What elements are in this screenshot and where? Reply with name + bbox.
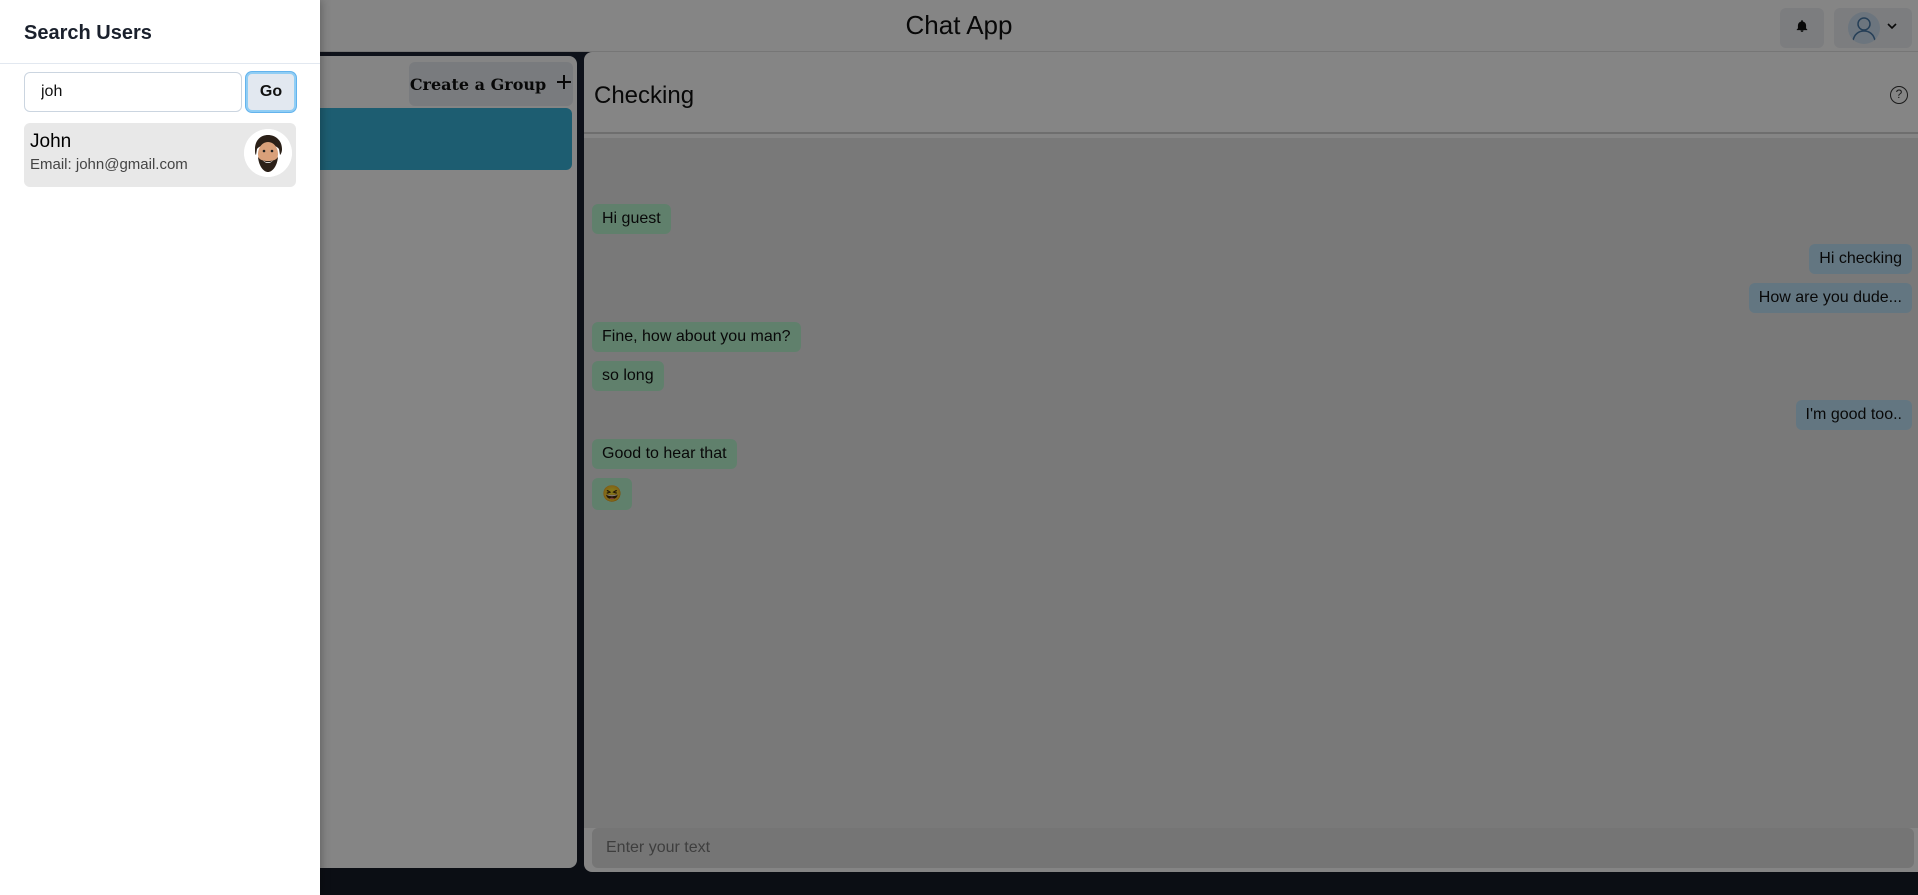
go-button[interactable]: Go	[246, 72, 296, 112]
drawer-title: Search Users	[24, 22, 152, 44]
user-result-avatar	[244, 129, 292, 177]
user-result-item[interactable]: John Email: john@gmail.com	[24, 123, 296, 187]
user-result-email-label: Email:	[30, 156, 72, 173]
drawer-header: Search Users	[0, 0, 320, 64]
search-row: Go	[24, 72, 296, 112]
search-input[interactable]	[24, 72, 242, 112]
user-result-email-value: john@gmail.com	[75, 156, 188, 173]
search-users-drawer: Search Users Go John Email: john@gmail.c…	[0, 0, 320, 895]
